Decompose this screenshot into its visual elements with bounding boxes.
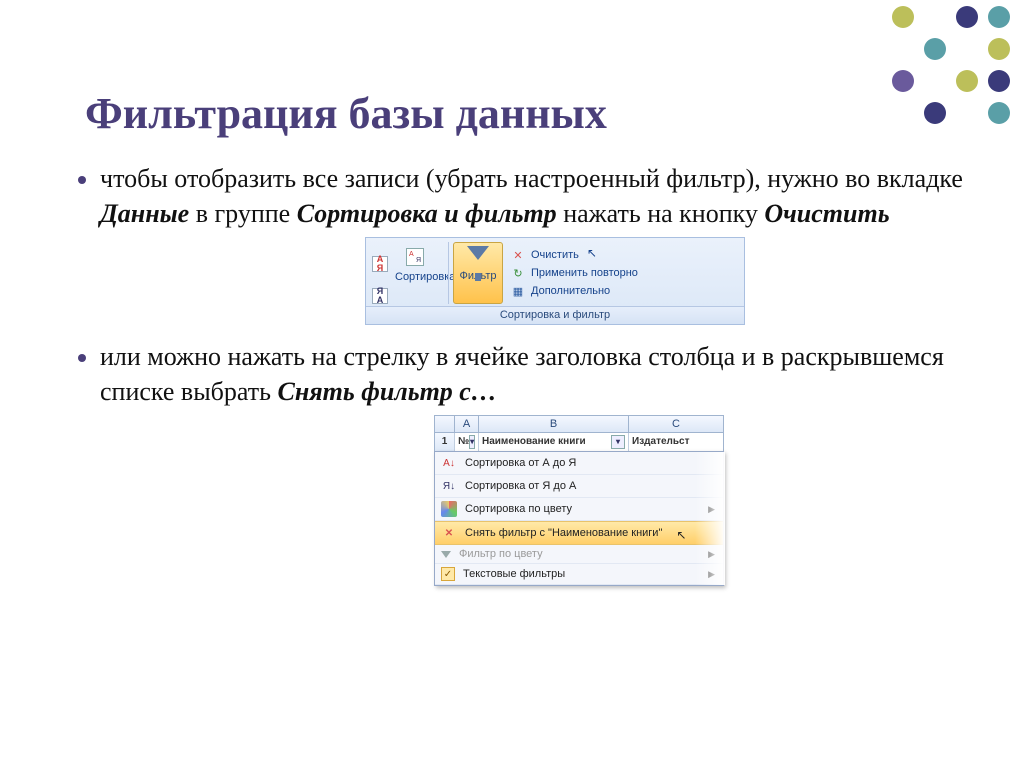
separator — [448, 242, 449, 304]
advanced-label: Дополнительно — [531, 285, 610, 297]
text: чтобы отобразить все записи (убрать наст… — [100, 164, 963, 193]
fade-edge — [695, 452, 725, 585]
text: нажать на кнопку — [557, 199, 765, 228]
cursor-icon: ↖ — [587, 246, 597, 260]
sort-icon: А Я — [406, 248, 424, 266]
bullet-remove-filter: чтобы отобразить все записи (убрать наст… — [100, 161, 984, 231]
label: Сортировка от А до Я — [465, 457, 576, 469]
color-sort-icon — [441, 501, 457, 517]
menu-clear-filter[interactable]: Снять фильтр с "Наименование книги" ↖ — [435, 521, 723, 545]
text: в группе — [189, 199, 296, 228]
row-header-blank — [435, 416, 455, 432]
menu-sort-asc[interactable]: Сортировка от А до Я — [435, 452, 723, 475]
kw-data-tab: Данные — [100, 199, 189, 228]
sort-desc-icon — [441, 478, 457, 494]
clear-icon: ✕ — [511, 248, 525, 262]
sort-label: Сортировка — [395, 271, 435, 283]
cell-label: Издательст — [632, 433, 690, 451]
menu-sort-by-color[interactable]: Сортировка по цвету ▶ — [435, 498, 723, 521]
clear-button[interactable]: ✕ Очистить ↖ — [511, 248, 638, 262]
sheet-column-headers: A B C — [434, 415, 724, 433]
sort-asc-icon[interactable]: АЯ — [372, 256, 388, 272]
kw-sort-filter-group: Сортировка и фильтр — [297, 199, 557, 228]
reapply-button[interactable]: ↻ Применить повторно — [511, 266, 638, 280]
cell-publisher-header[interactable]: Издательст — [629, 433, 723, 451]
label: Снять фильтр с "Наименование книги" — [465, 527, 662, 539]
reapply-icon: ↻ — [511, 266, 525, 280]
filter-arrow-icon[interactable]: ▾ — [611, 435, 625, 449]
advanced-button[interactable]: ▦ Дополнительно — [511, 284, 638, 298]
sort-button[interactable]: А Я Сортировка — [392, 242, 438, 286]
filter-arrow-icon[interactable]: ▾ — [469, 435, 475, 449]
menu-filter-by-color: Фильтр по цвету ▶ — [435, 545, 723, 564]
cursor-icon: ↖ — [676, 528, 686, 542]
corner-dots — [892, 6, 1014, 128]
funnel-icon — [467, 246, 489, 260]
label: Фильтр по цвету — [459, 548, 543, 560]
cell-label: № — [458, 433, 469, 451]
kw-remove-filter-from: Снять фильтр с… — [278, 377, 497, 406]
label: Текстовые фильтры — [463, 568, 565, 580]
sort-asc-icon — [441, 455, 457, 471]
checkbox-icon: ✓ — [441, 567, 455, 581]
text: или можно нажать на стрелку в ячейке заг… — [100, 342, 944, 406]
funnel-mini-icon — [441, 551, 451, 558]
clear-label: Очистить — [531, 249, 579, 261]
cell-label: Наименование книги — [482, 433, 586, 451]
sort-desc-icon[interactable]: ЯА — [372, 288, 388, 304]
menu-sort-desc[interactable]: Сортировка от Я до А — [435, 475, 723, 498]
label: Сортировка от Я до А — [465, 480, 576, 492]
advanced-icon: ▦ — [511, 284, 525, 298]
col-A[interactable]: A — [455, 416, 479, 432]
menu-text-filters[interactable]: ✓ Текстовые фильтры ▶ — [435, 564, 723, 585]
clear-filter-icon — [441, 525, 457, 541]
cell-number-header[interactable]: № ▾ — [455, 433, 479, 451]
reapply-label: Применить повторно — [531, 267, 638, 279]
row-num-1[interactable]: 1 — [435, 433, 455, 451]
kw-clear: Очистить — [764, 199, 889, 228]
sheet-row-1: 1 № ▾ Наименование книги ▾ Издательст — [434, 433, 724, 452]
sheet-dropdown-figure: A B C 1 № ▾ Наименование книги ▾ Издател… — [434, 415, 724, 586]
cell-bookname-header[interactable]: Наименование книги ▾ — [479, 433, 629, 451]
label: Сортировка по цвету — [465, 503, 572, 515]
autofilter-menu: Сортировка от А до Я Сортировка от Я до … — [434, 451, 724, 586]
bullet-header-arrow: или можно нажать на стрелку в ячейке заг… — [100, 339, 984, 409]
filter-button[interactable]: Фильтр — [453, 242, 503, 304]
ribbon-sort-filter-group: АЯ А Я Сортировка ЯА — [365, 237, 745, 325]
slide-title: Фильтрация базы данных — [0, 0, 1024, 161]
ribbon-group-caption: Сортировка и фильтр — [366, 306, 744, 324]
col-B[interactable]: B — [479, 416, 629, 432]
col-C[interactable]: C — [629, 416, 723, 432]
